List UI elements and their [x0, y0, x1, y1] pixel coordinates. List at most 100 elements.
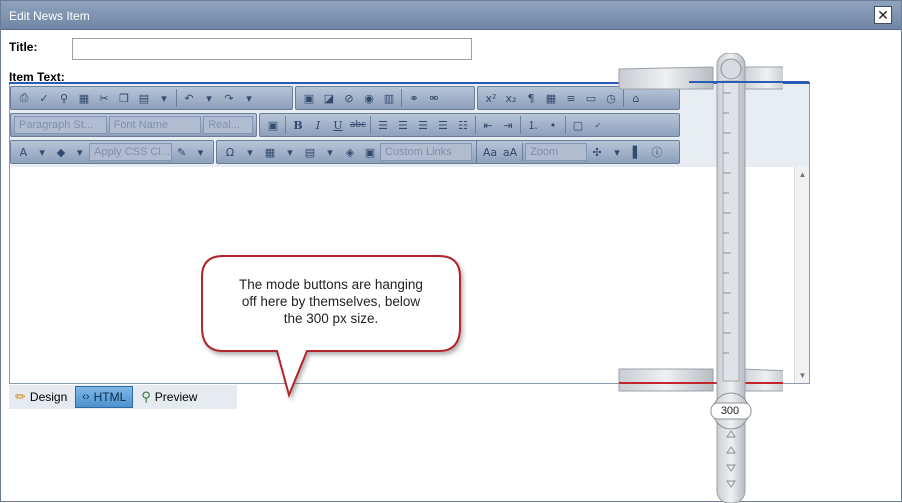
numbered-list-icon[interactable]: ⒈ [523, 115, 543, 135]
paragraph-style-dropdown[interactable]: Paragraph St... [14, 116, 107, 134]
toolbar-separator [522, 143, 523, 161]
toolbar-row2-group1: Paragraph St... Font Name Real... [10, 113, 257, 137]
toolbar-separator [475, 116, 476, 134]
fore-color-dropdown-icon[interactable]: ▾ [33, 142, 52, 162]
toolbar-separator [370, 116, 371, 134]
back-color-icon[interactable]: ◆ [52, 142, 71, 162]
paste-options-icon[interactable]: ▾ [154, 88, 174, 108]
html-tag-icon: ‹› [82, 391, 90, 403]
paste-icon[interactable]: ▤ [134, 88, 154, 108]
html-mode-button[interactable]: ‹› HTML [75, 386, 134, 408]
edit-news-item-dialog: Edit News Item ✕ Title: Item Text: ⎙ ✓ ⚲… [0, 0, 902, 503]
align-center-icon[interactable]: ☰ [393, 115, 413, 135]
bullet-list-icon[interactable]: • [543, 115, 563, 135]
insert-snippet-icon[interactable]: ◈ [340, 142, 360, 162]
toolbar-row1-group1: ⎙ ✓ ⚲ ▦ ✂ ❐ ▤ ▾ ↶ ▾ ↷ ▾ [10, 86, 293, 110]
align-right-icon[interactable]: ☰ [413, 115, 433, 135]
format-painter-brush-icon[interactable]: ✎ [172, 142, 191, 162]
indent-icon[interactable]: ⇥ [498, 115, 518, 135]
zoom-dropdown[interactable]: Zoom [525, 143, 587, 161]
paragraph-icon[interactable]: ¶ [521, 88, 541, 108]
unlink-icon[interactable]: ⚮ [424, 88, 444, 108]
editor-top-accent [689, 81, 809, 83]
image-map-icon[interactable]: ◪ [319, 88, 339, 108]
title-input[interactable] [72, 38, 472, 60]
form-dropdown-icon[interactable]: ▾ [320, 142, 340, 162]
horizontal-rule-icon[interactable]: ≡ [561, 88, 581, 108]
toolbar-separator [565, 116, 566, 134]
toolbar-row1-group2: ▣ ◪ ⊘ ◉ ▥ ⚭ ⚮ [295, 86, 475, 110]
format-stripper-icon[interactable]: ▭ [581, 88, 601, 108]
media-icon[interactable]: ◉ [359, 88, 379, 108]
pencil-icon: ✏ [15, 389, 26, 404]
undo-dropdown-icon[interactable]: ▾ [199, 88, 219, 108]
caliper-ruler [618, 53, 783, 503]
magnifier-icon: ⚲ [141, 389, 151, 404]
scroll-down-icon[interactable]: ▼ [798, 371, 807, 380]
italic-icon[interactable]: I [308, 115, 328, 135]
insert-table-icon[interactable]: ▦ [260, 142, 280, 162]
redo-dropdown-icon[interactable]: ▾ [239, 88, 259, 108]
fore-color-icon[interactable]: A [14, 142, 33, 162]
symbols-icon[interactable]: Ω [220, 142, 240, 162]
print-icon[interactable]: ⎙ [14, 88, 34, 108]
select-all-icon[interactable]: ▦ [74, 88, 94, 108]
scroll-up-icon[interactable]: ▲ [798, 170, 807, 179]
align-left-icon[interactable]: ☰ [373, 115, 393, 135]
find-icon[interactable]: ⚲ [54, 88, 74, 108]
outdent-icon[interactable]: ⇤ [478, 115, 498, 135]
toggle-borders-icon[interactable]: ▢ [568, 115, 588, 135]
symbols-dropdown-icon[interactable]: ▾ [240, 142, 260, 162]
toolbar-separator [520, 116, 521, 134]
xhtml-validator-icon[interactable]: ✓ [588, 115, 608, 135]
annotation-line-2: off here by themselves, below [241, 294, 421, 309]
font-size-dropdown[interactable]: Real... [203, 116, 253, 134]
toolbar-row3-group1: A ▾ ◆ ▾ Apply CSS Cl... ✎ ▾ [10, 140, 214, 164]
copy-icon[interactable]: ❐ [114, 88, 134, 108]
editor-scrollbar[interactable]: ▲ ▼ [794, 167, 809, 383]
template-manager-icon[interactable]: ▣ [360, 142, 380, 162]
back-color-dropdown-icon[interactable]: ▾ [70, 142, 89, 162]
preview-mode-label: Preview [154, 390, 198, 404]
table-dropdown-icon[interactable]: ▾ [280, 142, 300, 162]
bold-icon[interactable]: B [288, 115, 308, 135]
toolbar-separator [285, 116, 286, 134]
image-manager-icon[interactable]: ▣ [263, 115, 283, 135]
undo-icon[interactable]: ↶ [179, 88, 199, 108]
css-class-dropdown[interactable]: Apply CSS Cl... [89, 143, 173, 161]
annotation-text: The mode buttons are hanging off here by… [215, 276, 447, 327]
design-mode-button[interactable]: ✏ Design [9, 386, 73, 408]
html-mode-label: HTML [93, 390, 127, 404]
close-button[interactable]: ✕ [874, 6, 892, 24]
custom-links-dropdown[interactable]: Custom Links [380, 143, 472, 161]
dialog-title: Edit News Item [9, 9, 90, 23]
underline-icon[interactable]: U [328, 115, 348, 135]
image-icon[interactable]: ▣ [299, 88, 319, 108]
document-icon[interactable]: ▥ [379, 88, 399, 108]
superscript-icon[interactable]: x² [481, 88, 501, 108]
flash-icon[interactable]: ⊘ [339, 88, 359, 108]
cut-icon[interactable]: ✂ [94, 88, 114, 108]
toolbar-separator [176, 89, 177, 107]
toolbar-row3-group2: Ω ▾ ▦ ▾ ▤ ▾ ◈ ▣ Custom Links [216, 140, 480, 164]
preview-mode-button[interactable]: ⚲ Preview [135, 386, 203, 408]
font-name-dropdown[interactable]: Font Name [108, 116, 202, 134]
remove-alignment-icon[interactable]: ☷ [453, 115, 473, 135]
convert-lower-icon[interactable]: aA [500, 142, 520, 162]
subscript-icon[interactable]: x₂ [501, 88, 521, 108]
insert-date-icon[interactable]: ▦ [541, 88, 561, 108]
link-icon[interactable]: ⚭ [404, 88, 424, 108]
insert-form-icon[interactable]: ▤ [300, 142, 320, 162]
dialog-titlebar: Edit News Item ✕ [1, 1, 901, 30]
brush-dropdown-icon[interactable]: ▾ [191, 142, 210, 162]
close-icon: ✕ [877, 7, 889, 23]
spellcheck-icon[interactable]: ✓ [34, 88, 54, 108]
annotation-line-1: The mode buttons are hanging [239, 277, 423, 292]
redo-icon[interactable]: ↷ [219, 88, 239, 108]
toolbar-separator [401, 89, 402, 107]
convert-upper-icon[interactable]: Aa [480, 142, 500, 162]
strikethrough-icon[interactable]: abc [348, 115, 368, 135]
design-mode-label: Design [29, 390, 68, 404]
justify-icon[interactable]: ☰ [433, 115, 453, 135]
module-manager-icon[interactable]: ✣ [587, 142, 607, 162]
